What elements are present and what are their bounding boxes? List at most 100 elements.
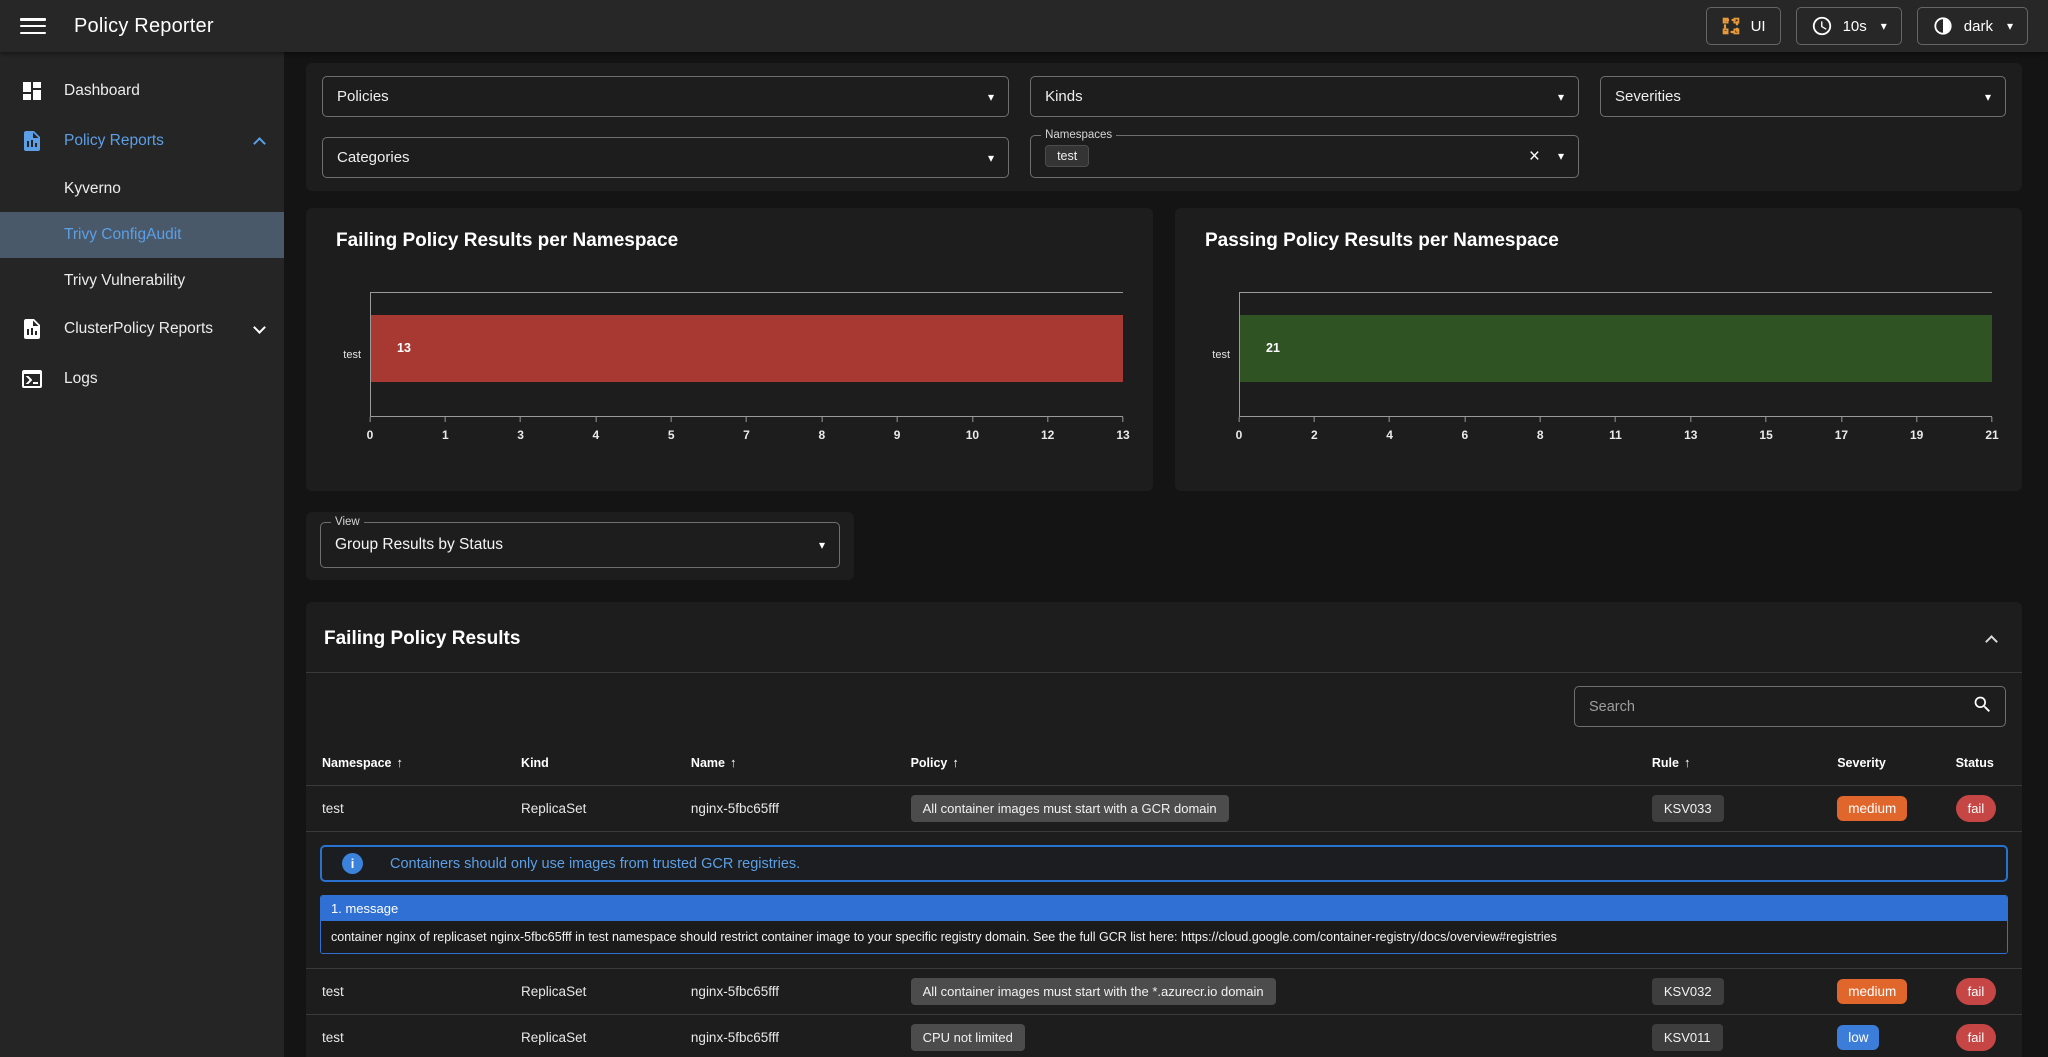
file-chart-icon — [20, 317, 44, 341]
axis-tick: 0 — [1236, 417, 1243, 442]
topbar: Policy Reporter UI — [0, 0, 2048, 52]
result-row[interactable]: test ReplicaSet nginx-5fbc65fff All cont… — [306, 969, 2022, 1015]
kinds-select[interactable]: Kinds ▾ — [1030, 76, 1579, 117]
result-row[interactable]: test ReplicaSet nginx-5fbc65fff CPU not … — [306, 1015, 2022, 1057]
passing-chart-card: Passing Policy Results per Namespace tes… — [1175, 208, 2022, 491]
axis-tick: 6 — [1462, 417, 1469, 442]
kinds-select-label: Kinds — [1045, 88, 1083, 105]
alert-text: Containers should only use images from t… — [390, 856, 800, 872]
info-icon: i — [342, 853, 363, 874]
axis-tick: 5 — [668, 417, 675, 442]
rule-chip: KSV032 — [1652, 978, 1724, 1005]
cell-name: nginx-5fbc65fff — [675, 969, 895, 1015]
axis-tick: 21 — [1985, 417, 1998, 442]
column-header-name[interactable]: Name↑ — [675, 740, 895, 786]
policy-chip: All container images must start with a G… — [911, 795, 1229, 822]
column-header-rule[interactable]: Rule↑ — [1636, 740, 1821, 786]
axis-tick: 2 — [1311, 417, 1318, 442]
sort-arrow-icon: ↑ — [1684, 755, 1691, 770]
sidebar-item-trivy-configaudit[interactable]: Trivy ConfigAudit — [0, 212, 284, 258]
result-row-expansion: i Containers should only use images from… — [306, 832, 2022, 969]
cell-namespace: test — [306, 786, 505, 832]
axis-tick: 8 — [818, 417, 825, 442]
result-row[interactable]: test ReplicaSet nginx-5fbc65fff All cont… — [306, 786, 2022, 832]
x-axis: 02468111315171921 — [1239, 417, 1992, 453]
sidebar-item-label: Trivy ConfigAudit — [64, 226, 181, 244]
app-title: Policy Reporter — [74, 15, 214, 38]
sidebar-item-dashboard[interactable]: Dashboard — [0, 66, 284, 116]
table-header-row: Namespace↑ Kind Name↑ Policy↑ Rule↑ Seve… — [306, 740, 2022, 786]
frame-select-icon — [1721, 16, 1741, 36]
view-select-value: Group Results by Status — [335, 536, 503, 554]
axis-tick: 10 — [966, 417, 979, 442]
cell-namespace: test — [306, 969, 505, 1015]
column-header-namespace[interactable]: Namespace↑ — [306, 740, 505, 786]
view-select-label: View — [331, 516, 364, 528]
policies-select-label: Policies — [337, 88, 389, 105]
column-header-kind[interactable]: Kind — [505, 740, 675, 786]
axis-tick: 4 — [593, 417, 600, 442]
chevron-down-icon: ▾ — [2007, 19, 2013, 33]
passing-bar: 21 — [1240, 315, 1992, 381]
namespaces-select[interactable]: Namespaces test × ▾ — [1030, 129, 1579, 178]
chevron-down-icon: ▾ — [1985, 90, 1991, 104]
sidebar-item-trivy-vulnerability[interactable]: Trivy Vulnerability — [0, 258, 284, 304]
policy-chip: All container images must start with the… — [911, 978, 1276, 1005]
chart-title: Passing Policy Results per Namespace — [1205, 230, 1992, 252]
severities-select[interactable]: Severities ▾ — [1600, 76, 2006, 117]
theme-button[interactable]: dark ▾ — [1917, 7, 2028, 45]
chart-plot-area: 21 — [1239, 292, 1992, 417]
column-header-status[interactable]: Status — [1940, 740, 2022, 786]
close-icon[interactable]: × — [1529, 147, 1540, 166]
axis-tick: 9 — [894, 417, 901, 442]
sidebar-item-clusterpolicy-reports[interactable]: ClusterPolicy Reports — [0, 304, 284, 354]
axis-tick: 15 — [1759, 417, 1772, 442]
file-chart-icon — [20, 129, 44, 153]
theme-value: dark — [1964, 18, 1993, 35]
refresh-interval-button[interactable]: 10s ▾ — [1796, 7, 1902, 45]
failing-chart-card: Failing Policy Results per Namespace tes… — [306, 208, 1153, 491]
main-content: Policies ▾ Kinds ▾ Severities ▾ Categori… — [284, 52, 2048, 1057]
charts-row: Failing Policy Results per Namespace tes… — [306, 208, 2022, 491]
search-input[interactable] — [1587, 698, 1972, 716]
axis-tick: 17 — [1835, 417, 1848, 442]
collapse-chevron-up-icon[interactable] — [1985, 635, 1998, 648]
failing-bar-chart: test 13 01345789101213 — [336, 292, 1123, 453]
axis-tick: 11 — [1609, 417, 1622, 442]
sidebar-item-label: Trivy Vulnerability — [64, 272, 185, 290]
sidebar-item-kyverno[interactable]: Kyverno — [0, 166, 284, 212]
column-header-severity[interactable]: Severity — [1821, 740, 1939, 786]
policies-select[interactable]: Policies ▾ — [322, 76, 1009, 117]
view-select[interactable]: View Group Results by Status ▾ — [320, 516, 840, 568]
axis-tick: 4 — [1386, 417, 1393, 442]
search-icon[interactable] — [1972, 694, 1993, 720]
ui-version-button[interactable]: UI — [1706, 7, 1781, 45]
policy-description-alert: i Containers should only use images from… — [320, 845, 2008, 882]
refresh-interval-value: 10s — [1843, 18, 1867, 35]
x-axis: 01345789101213 — [370, 417, 1123, 453]
sidebar-item-label: Kyverno — [64, 180, 121, 198]
message-label: 1. message — [321, 896, 2007, 921]
chart-title: Failing Policy Results per Namespace — [336, 230, 1123, 252]
rule-chip: KSV033 — [1652, 795, 1724, 822]
namespace-chip[interactable]: test — [1045, 145, 1089, 167]
sidebar-item-label: Logs — [64, 370, 264, 388]
axis-tick: 8 — [1537, 417, 1544, 442]
chart-plot-area: 13 — [370, 292, 1123, 417]
status-badge: fail — [1956, 978, 1997, 1005]
hamburger-menu-icon[interactable] — [20, 16, 46, 36]
failing-bar: 13 — [371, 315, 1123, 381]
sidebar-item-label: Policy Reports — [64, 132, 255, 150]
axis-tick: 3 — [517, 417, 524, 442]
column-header-policy[interactable]: Policy↑ — [895, 740, 1636, 786]
bar-value-label: 21 — [1266, 341, 1280, 355]
sort-arrow-icon: ↑ — [397, 755, 404, 770]
categories-select[interactable]: Categories ▾ — [322, 137, 1009, 178]
sidebar-item-logs[interactable]: Logs — [0, 354, 284, 404]
sidebar-item-policy-reports[interactable]: Policy Reports — [0, 116, 284, 166]
axis-tick: 0 — [367, 417, 374, 442]
results-table: Namespace↑ Kind Name↑ Policy↑ Rule↑ Seve… — [306, 740, 2022, 1057]
sort-arrow-icon: ↑ — [952, 755, 959, 770]
console-icon — [20, 367, 44, 391]
chevron-down-icon: ▾ — [988, 90, 994, 104]
